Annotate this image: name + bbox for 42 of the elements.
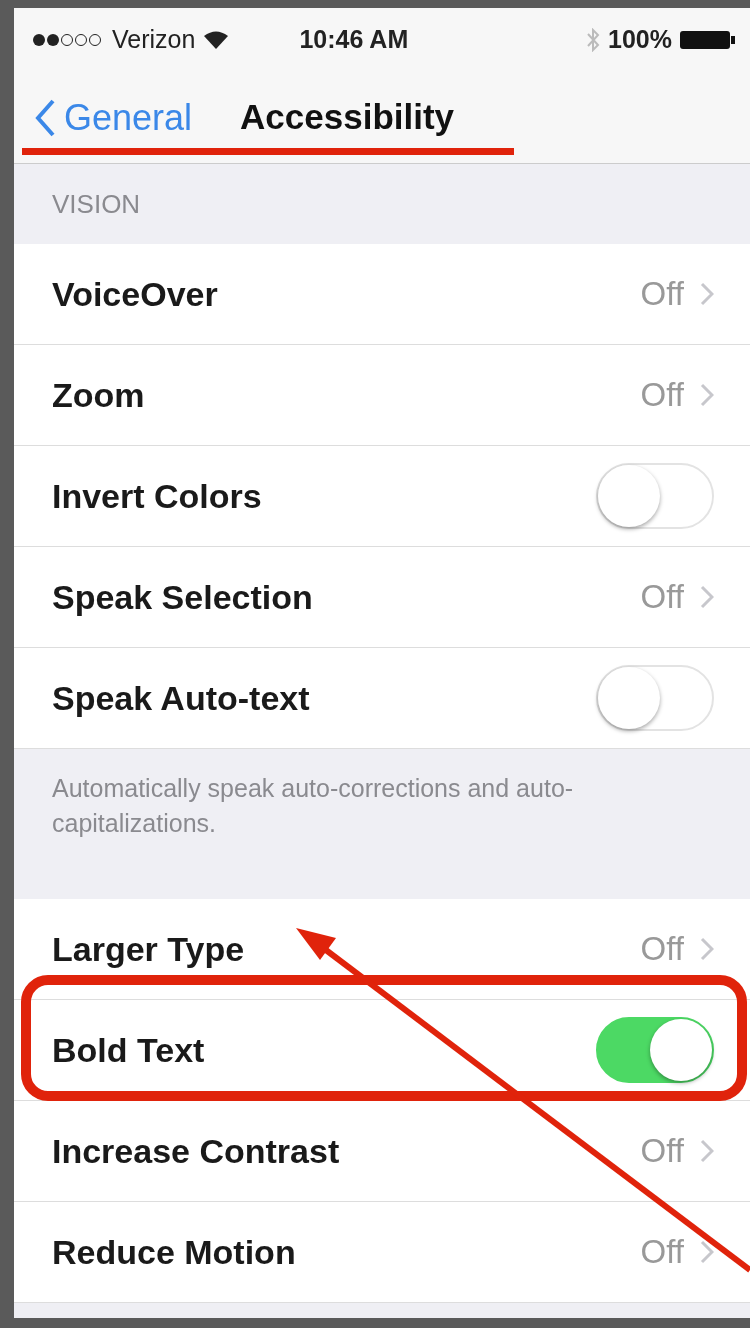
section-footer: Automatically speak auto-corrections and auto-capitalizations.: [52, 771, 632, 841]
chevron-left-icon: [34, 97, 56, 138]
row-value: Off: [640, 1131, 684, 1172]
row-value: Off: [640, 274, 684, 315]
chevron-right-icon: [700, 585, 714, 609]
wifi-icon: [203, 30, 230, 50]
chevron-right-icon: [700, 282, 714, 306]
row-label: Reduce Motion: [52, 1231, 296, 1273]
row-label: Zoom: [52, 374, 145, 416]
section-header: VISION: [52, 187, 141, 221]
row-label: Speak Selection: [52, 576, 313, 618]
battery-percent: 100%: [608, 24, 672, 56]
row-label: Increase Contrast: [52, 1130, 340, 1172]
battery-icon: [680, 29, 736, 51]
settings-row[interactable]: Increase Contrast Off: [14, 1101, 750, 1202]
settings-row[interactable]: Invert Colors: [14, 446, 750, 547]
settings-row[interactable]: Reduce Motion Off: [14, 1202, 750, 1303]
toggle-switch[interactable]: [596, 665, 714, 731]
row-label: VoiceOver: [52, 273, 218, 315]
settings-row[interactable]: VoiceOver Off: [14, 244, 750, 345]
status-time: 10:46 AM: [299, 24, 409, 56]
toggle-switch[interactable]: [596, 1017, 714, 1083]
row-value: Off: [640, 1232, 684, 1273]
row-label: Invert Colors: [52, 475, 262, 517]
row-value: Off: [640, 929, 684, 970]
bluetooth-icon: [586, 28, 601, 52]
chevron-right-icon: [700, 937, 714, 961]
carrier-name: Verizon: [112, 24, 196, 56]
settings-row[interactable]: Speak Selection Off: [14, 547, 750, 648]
settings-row[interactable]: Zoom Off: [14, 345, 750, 446]
signal-icon: [32, 33, 104, 47]
settings-row[interactable]: Speak Auto-text: [14, 648, 750, 749]
row-label: Speak Auto-text: [52, 677, 310, 719]
chevron-right-icon: [700, 383, 714, 407]
row-value: Off: [640, 375, 684, 416]
nav-title: Accessibility: [240, 96, 455, 139]
toggle-switch[interactable]: [596, 463, 714, 529]
row-label: Larger Type: [52, 928, 245, 970]
chevron-right-icon: [700, 1139, 714, 1163]
row-label: Bold Text: [52, 1029, 205, 1071]
row-value: Off: [640, 577, 684, 618]
chevron-right-icon: [700, 1240, 714, 1264]
